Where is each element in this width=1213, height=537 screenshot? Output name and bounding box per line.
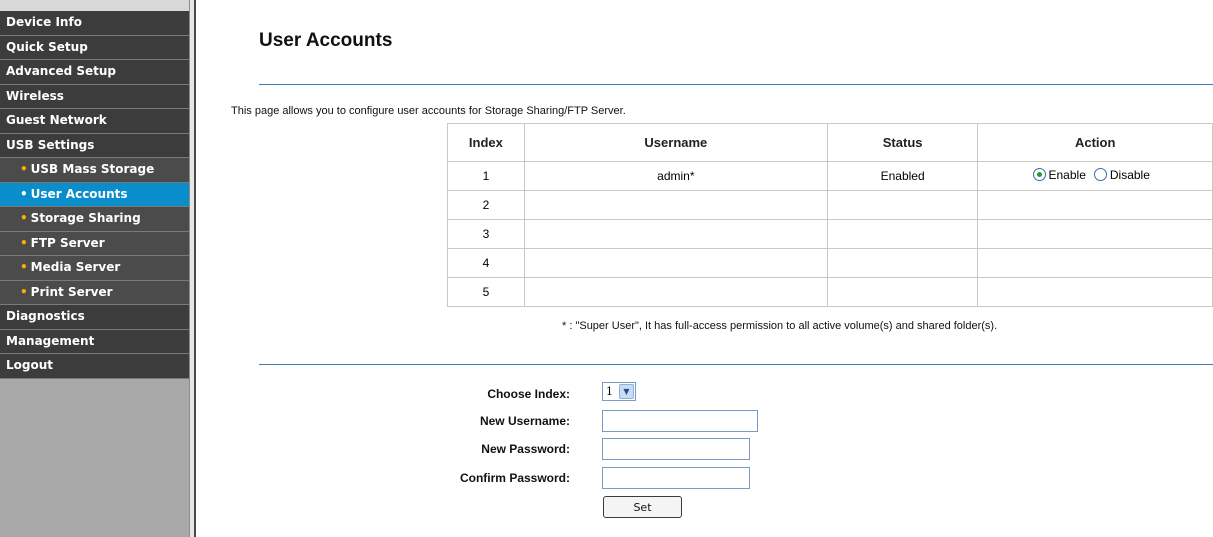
bullet-icon: • [20, 211, 28, 225]
sidebar-item-print-server[interactable]: • Print Server [0, 280, 189, 305]
chevron-down-icon[interactable]: ▼ [619, 384, 634, 399]
cell-action [977, 248, 1213, 278]
sidebar-item-wireless[interactable]: Wireless [0, 84, 189, 109]
cell-index: 5 [447, 277, 525, 307]
new-username-label: New Username: [479, 414, 570, 428]
new-username-field[interactable] [602, 410, 758, 432]
choose-index-select[interactable]: 1 ▼ [602, 382, 636, 401]
sidebar-item-label: USB Settings [6, 137, 95, 152]
cell-username [523, 190, 828, 220]
sidebar-item-label: User Accounts [30, 186, 128, 201]
sidebar-item-label: Device Info [6, 15, 82, 29]
sidebar-item-label: Media Server [30, 260, 121, 274]
new-password-label: New Password: [481, 442, 570, 456]
sidebar-item-label: USB Mass Storage [30, 162, 155, 176]
cell-index: 4 [447, 248, 525, 278]
sidebar: Device Info Quick Setup Advanced Setup Wire… [0, 0, 196, 537]
choose-index-value: 1 [606, 385, 613, 398]
sidebar-item-label: Management [6, 333, 95, 348]
sidebar-item-usb-mass-storage[interactable]: • USB Mass Storage [0, 158, 189, 183]
sidebar-menu: Device Info Quick Setup Advanced Setup Wire… [0, 11, 189, 537]
sidebar-item-label: Diagnostics [6, 309, 85, 323]
table-row: 4 [447, 248, 1213, 278]
sidebar-item-usb-settings[interactable]: USB Settings [0, 133, 189, 158]
bullet-icon: • [20, 284, 28, 299]
table-row: 5 [447, 277, 1213, 307]
confirm-password-label: Confirm Password: [459, 471, 570, 485]
cell-username [523, 248, 828, 278]
sidebar-item-media-server[interactable]: • Media Server [0, 256, 189, 281]
cell-username [523, 219, 828, 249]
cell-status: Enabled [826, 161, 979, 191]
choose-index-label: Choose Index: [487, 387, 570, 401]
bullet-icon: • [20, 186, 28, 201]
bullet-icon: • [20, 162, 28, 176]
column-header-action: Action [977, 123, 1213, 162]
super-user-footnote: * : "Super User", It has full-access per… [562, 320, 998, 332]
sidebar-item-label: Wireless [6, 88, 64, 103]
cell-status [826, 248, 979, 278]
cell-status [826, 277, 979, 307]
cell-action [977, 219, 1213, 249]
sidebar-item-device-info[interactable]: Device Info [0, 11, 189, 36]
column-header-index: Index [447, 123, 525, 162]
cell-index: 1 [447, 161, 525, 191]
cell-username [523, 277, 828, 307]
user-accounts-table: Index Username Status Action 1 admin* En… [447, 123, 1213, 307]
sidebar-item-label: Quick Setup [6, 39, 88, 54]
sidebar-item-user-accounts[interactable]: • User Accounts [0, 182, 189, 207]
sidebar-item-label: Guest Network [6, 113, 107, 127]
sidebar-item-label: FTP Server [30, 235, 105, 250]
cell-username: admin* [523, 161, 828, 191]
sidebar-item-label: Logout [6, 358, 54, 372]
sidebar-item-quick-setup[interactable]: Quick Setup [0, 35, 189, 60]
enable-radio-label[interactable]: Enable [1049, 168, 1086, 182]
sidebar-item-ftp-server[interactable]: • FTP Server [0, 231, 189, 256]
sidebar-item-label: Advanced Setup [6, 64, 117, 78]
sidebar-item-advanced-setup[interactable]: Advanced Setup [0, 60, 189, 85]
bullet-icon: • [20, 260, 28, 274]
cell-index: 2 [447, 190, 525, 220]
disable-radio[interactable] [1093, 168, 1107, 182]
sidebar-item-label: Print Server [30, 284, 113, 299]
sidebar-item-label: Storage Sharing [30, 211, 141, 225]
cell-index: 3 [447, 219, 525, 249]
page-description: This page allows you to configure user a… [231, 105, 626, 117]
cell-action: Enable Disable [977, 161, 1213, 191]
disable-radio-label[interactable]: Disable [1110, 168, 1150, 182]
table-row: 2 [447, 190, 1213, 220]
cell-status [826, 219, 979, 249]
sidebar-item-storage-sharing[interactable]: • Storage Sharing [0, 207, 189, 232]
table-row: 3 [447, 219, 1213, 249]
title-divider [259, 84, 1213, 85]
enable-radio[interactable] [1032, 168, 1046, 182]
table-row: 1 admin* Enabled Enable Disable [447, 161, 1213, 191]
sidebar-item-diagnostics[interactable]: Diagnostics [0, 305, 189, 330]
sidebar-item-guest-network[interactable]: Guest Network [0, 109, 189, 134]
new-password-field[interactable] [602, 438, 750, 460]
sidebar-item-logout[interactable]: Logout [0, 354, 189, 379]
column-header-username: Username [523, 123, 828, 162]
cell-action [977, 190, 1213, 220]
column-header-status: Status [826, 123, 979, 162]
cell-action [977, 277, 1213, 307]
sidebar-item-management[interactable]: Management [0, 329, 189, 354]
confirm-password-field[interactable] [602, 467, 750, 489]
action-radio-group: Enable Disable [1032, 168, 1158, 182]
page-title: User Accounts [259, 30, 393, 51]
set-button[interactable]: Set [603, 496, 682, 518]
cell-status [826, 190, 979, 220]
table-header-row: Index Username Status Action [447, 123, 1213, 162]
form-divider [259, 364, 1213, 365]
bullet-icon: • [20, 235, 28, 250]
sidebar-divider [189, 0, 196, 537]
